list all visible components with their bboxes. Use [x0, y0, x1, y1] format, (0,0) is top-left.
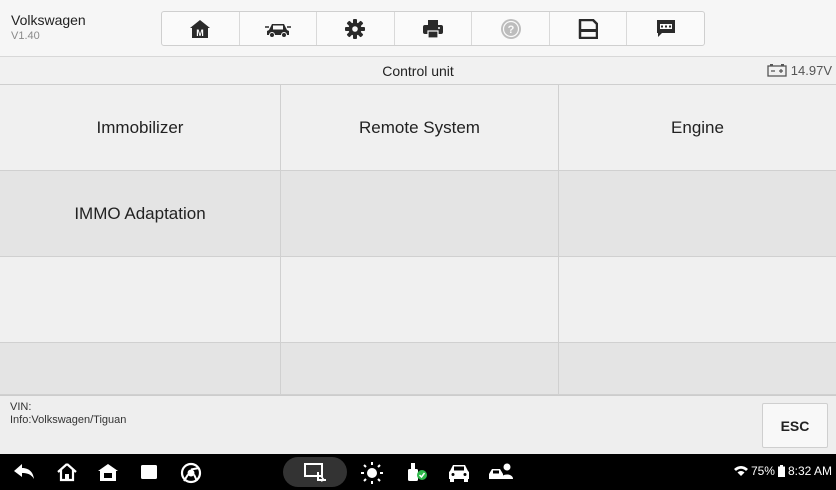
screen-mirror-icon: [304, 463, 326, 482]
title-bar: Control unit 14.97V: [0, 56, 836, 85]
car-front-icon: [449, 465, 469, 482]
settings-button[interactable]: [317, 12, 395, 45]
grid-cell-empty: [559, 171, 836, 257]
home-outline-icon: [57, 463, 77, 482]
top-toolbar: M ?: [161, 11, 705, 46]
vci-connection-button[interactable]: [405, 462, 429, 482]
brand-block: Volkswagen V1.40: [11, 12, 86, 43]
help-icon: ?: [500, 18, 521, 39]
print-button[interactable]: [395, 12, 473, 45]
back-arrow-icon: [14, 464, 34, 479]
vehicle-info: VIN: Info:Volkswagen/Tiguan: [10, 401, 126, 427]
app-home-icon: [98, 464, 118, 481]
battery-voltage: 14.97V: [767, 63, 832, 78]
home-button[interactable]: M: [162, 12, 240, 45]
vehicle-button[interactable]: [240, 12, 318, 45]
car-battery-icon: [767, 64, 787, 77]
svg-text:?: ?: [507, 24, 514, 36]
message-button[interactable]: [627, 12, 704, 45]
info-text: Info:Volkswagen/Tiguan: [10, 414, 127, 426]
device-battery-icon: [777, 465, 785, 477]
control-unit-grid: Immobilizer Remote System Engine IMMO Ad…: [0, 85, 836, 395]
vin-label: VIN:: [10, 401, 32, 413]
grid-cell-empty: [281, 257, 559, 343]
grid-cell-immo-adaptation[interactable]: IMMO Adaptation: [0, 171, 281, 257]
grid-cell-immobilizer[interactable]: Immobilizer: [0, 85, 281, 171]
grid-cell-empty: [0, 343, 281, 395]
system-status: 75% 8:32 AM: [733, 464, 832, 478]
save-button[interactable]: [550, 12, 628, 45]
grid-cell-empty: [559, 257, 836, 343]
brightness-button[interactable]: [361, 462, 383, 484]
help-button[interactable]: ?: [472, 12, 550, 45]
grid-cell-empty: [559, 343, 836, 395]
app-home-button[interactable]: [97, 462, 119, 482]
wifi-icon: [733, 466, 748, 476]
vci-connected-icon: [408, 463, 427, 481]
car-vehicle-icon: [264, 23, 291, 38]
grid-cell-engine[interactable]: Engine: [559, 85, 836, 171]
print-icon: [423, 19, 444, 39]
vehicle-info-bar: VIN: Info:Volkswagen/Tiguan ESC: [0, 395, 836, 454]
vehicle-shortcut-button[interactable]: [447, 462, 471, 482]
chrome-browser-icon: [180, 462, 202, 484]
app-version: V1.40: [11, 30, 40, 42]
clock-time: 8:32 AM: [787, 464, 832, 478]
grid-cell-remote-system[interactable]: Remote System: [281, 85, 559, 171]
home-icon: M: [190, 19, 211, 38]
brand-name: Volkswagen: [11, 12, 86, 28]
system-nav-bar: 75% 8:32 AM: [0, 454, 836, 490]
page-title: Control unit: [382, 63, 454, 79]
save-icon: [578, 18, 599, 39]
settings-gear-icon: [345, 18, 366, 39]
recent-apps-button[interactable]: [139, 462, 159, 482]
battery-percent: 75%: [750, 464, 775, 478]
home-nav-button[interactable]: [56, 462, 78, 482]
back-button[interactable]: [13, 462, 35, 482]
recent-apps-icon: [141, 465, 157, 479]
brightness-sun-icon: [361, 462, 383, 484]
app-header: Volkswagen V1.40 M ?: [0, 0, 836, 56]
remote-expert-icon: [489, 463, 513, 479]
browser-button[interactable]: [180, 462, 202, 484]
grid-cell-empty: [281, 171, 559, 257]
screen-mirror-button[interactable]: [304, 462, 328, 482]
remote-expert-button[interactable]: [488, 462, 514, 482]
grid-cell-empty: [281, 343, 559, 395]
voltage-value: 14.97V: [790, 63, 832, 78]
esc-button[interactable]: ESC: [762, 403, 828, 448]
grid-cell-empty: [0, 257, 281, 343]
message-icon: [656, 19, 675, 37]
home-icon-letter: M: [197, 28, 205, 38]
